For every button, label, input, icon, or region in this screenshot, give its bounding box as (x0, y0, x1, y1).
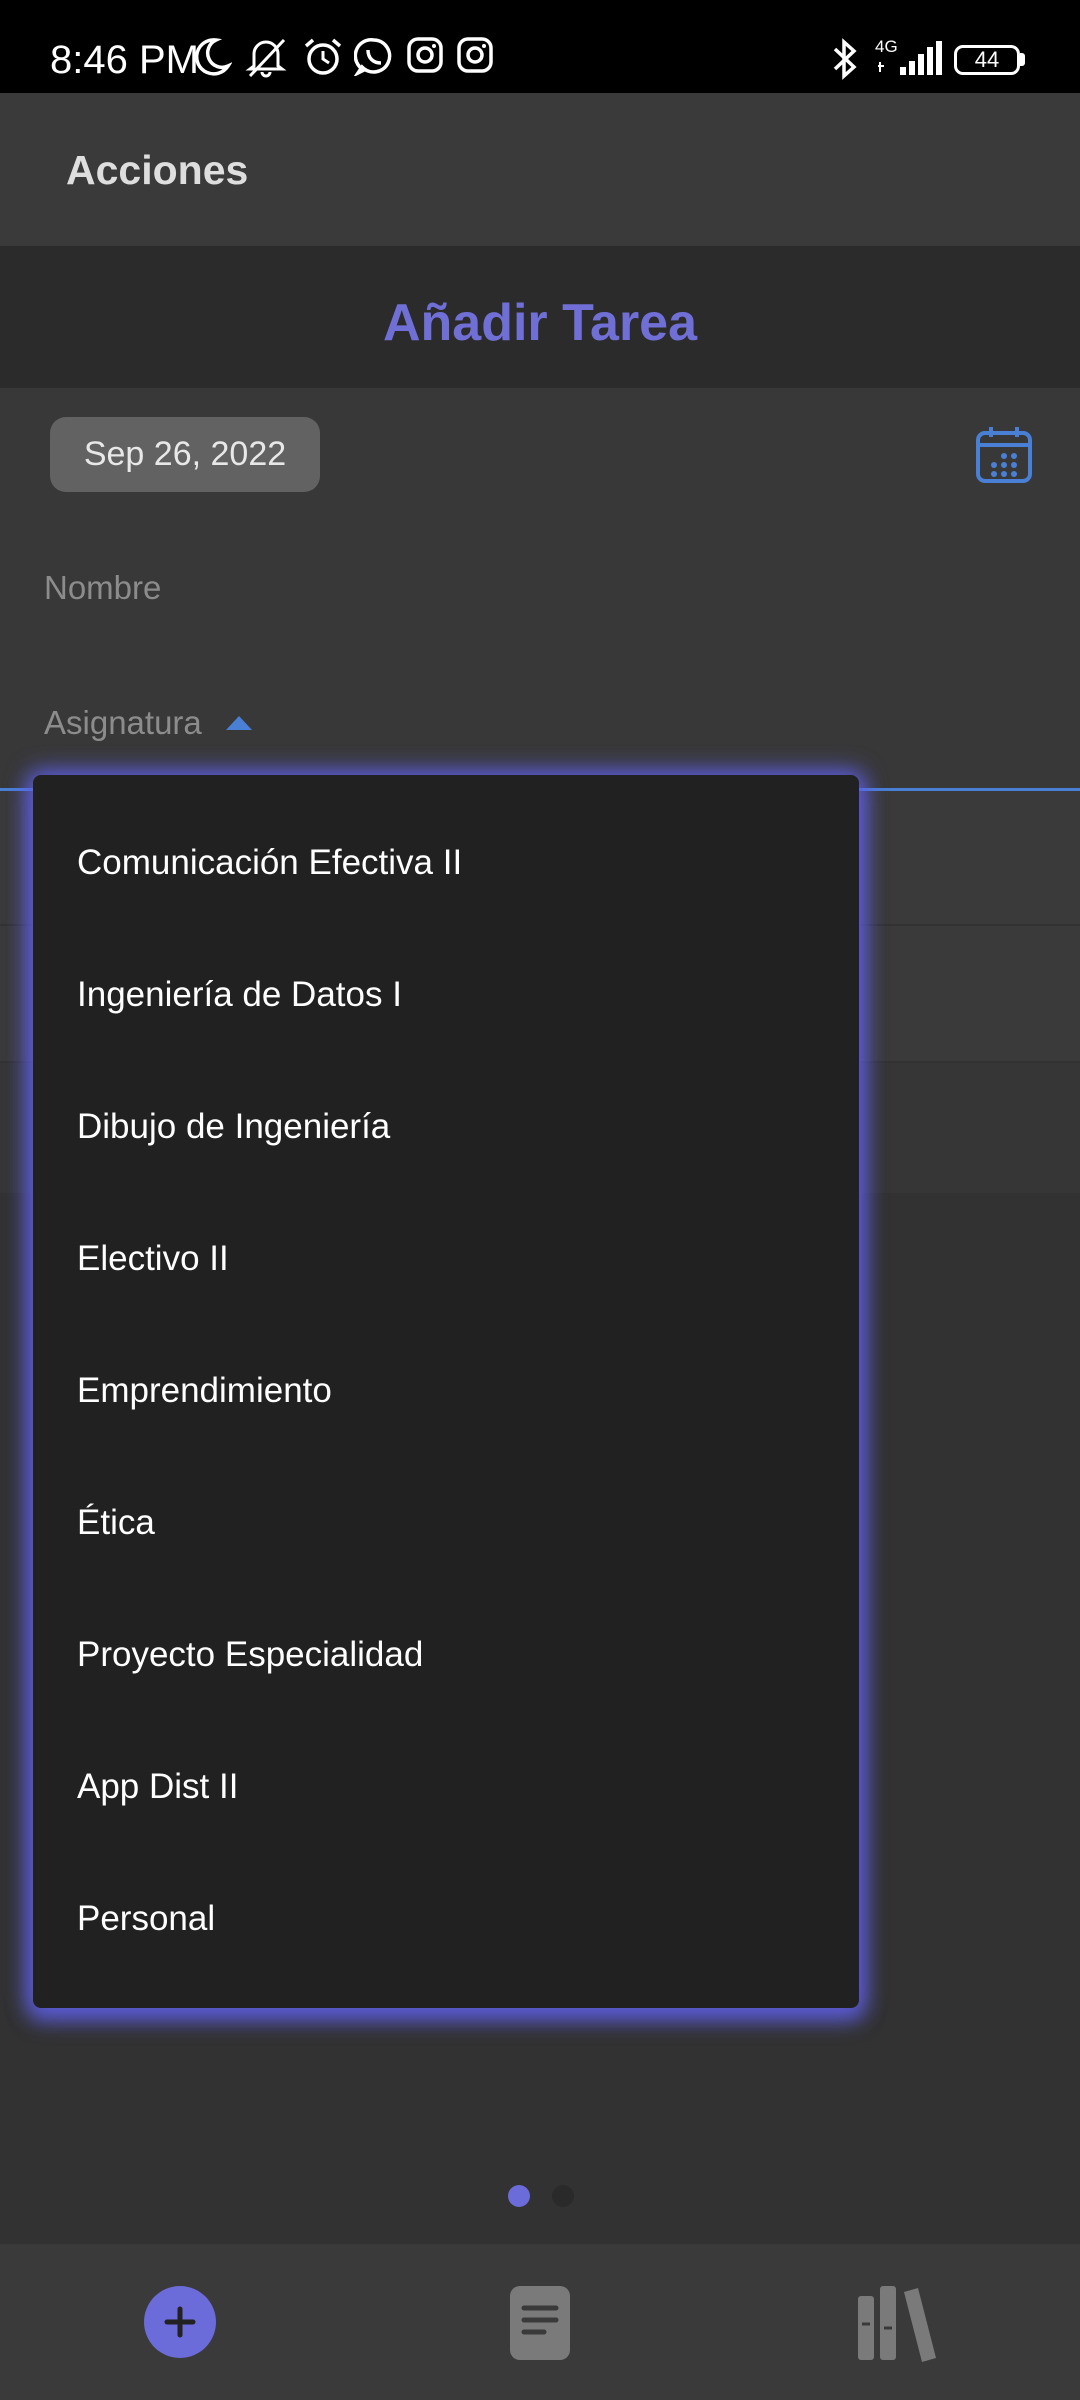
subject-dropdown: Comunicación Efectiva II Ingeniería de D… (33, 775, 859, 2008)
bluetooth-icon (830, 38, 860, 80)
caret-up-icon[interactable] (226, 716, 252, 730)
moon-icon (194, 36, 232, 76)
app-title: Acciones (66, 147, 249, 193)
dropdown-item[interactable]: Ética (33, 1457, 859, 1589)
name-field[interactable] (0, 523, 1080, 659)
instagram-icon (406, 36, 444, 74)
subject-field-label: Asignatura (44, 704, 202, 741)
library-icon[interactable] (856, 2284, 946, 2367)
dropdown-item[interactable]: Proyecto Especialidad (33, 1589, 859, 1721)
name-field-label: Nombre (44, 569, 162, 606)
dropdown-item[interactable]: Comunicación Efectiva II (33, 797, 859, 929)
dropdown-item[interactable]: Electivo II (33, 1193, 859, 1325)
dropdown-item[interactable]: Dibujo de Ingeniería (33, 1061, 859, 1193)
instagram-icon (456, 36, 494, 74)
document-icon[interactable] (508, 2284, 572, 2367)
plus-icon (164, 2306, 196, 2338)
calendar-icon[interactable] (974, 425, 1034, 490)
page-dot-active[interactable] (508, 2185, 530, 2207)
status-time: 8:46 PM (50, 38, 199, 82)
form-title: Añadir Tarea (382, 294, 698, 352)
dropdown-item[interactable]: Ingeniería de Datos I (33, 929, 859, 1061)
battery-icon: 44 (954, 45, 1020, 75)
whatsapp-icon (354, 36, 394, 76)
mute-icon (244, 36, 288, 78)
page-dot[interactable] (552, 2185, 574, 2207)
signal-icon (876, 40, 942, 76)
status-bar: 8:46 PM 4G 44 (0, 0, 1080, 93)
dropdown-item[interactable]: Emprendimiento (33, 1325, 859, 1457)
battery-cap (1020, 53, 1025, 66)
dropdown-item[interactable]: App Dist II (33, 1721, 859, 1853)
dropdown-item[interactable]: Personal (33, 1853, 859, 1985)
date-chip[interactable]: Sep 26, 2022 (50, 417, 320, 492)
alarm-icon (302, 36, 344, 78)
add-task-button[interactable] (144, 2286, 216, 2358)
